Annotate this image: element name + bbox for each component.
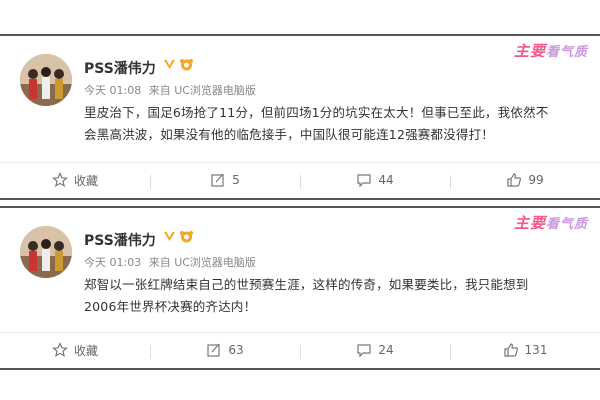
watermark-text: 主要 [513,214,546,232]
post-source: 来自 UC浏览器电脑版 [148,256,256,269]
thumbs-up-icon [506,172,522,188]
post-source: 来自 UC浏览器电脑版 [148,84,256,97]
repost-count: 5 [232,173,240,187]
post-action-bar: 收藏 5 44 99 [0,162,600,197]
vip-icon [179,58,194,71]
like-button[interactable]: 131 [450,342,600,359]
post-time[interactable]: 今天 01:03 [84,256,141,269]
comment-button[interactable]: 24 [300,342,450,359]
watermark-text: 主要 [513,42,546,60]
watermark-text-2: 看气质 [545,45,588,60]
username[interactable]: PSS潘伟力 [84,58,156,78]
star-icon [52,342,68,358]
favorite-button[interactable]: 收藏 [0,342,150,359]
comment-count: 24 [378,343,394,357]
username[interactable]: PSS潘伟力 [84,230,156,250]
verified-v-icon [163,230,176,243]
post-content: 里皮治下，国足6场抢了11分，但前四场1分的坑实在太大！但事已至此，我依然不会黑… [84,105,549,142]
post-content: 郑智以一张红牌结束自己的世预赛生涯，这样的传奇，如果要类比，我只能想到2006年… [84,277,529,314]
comment-icon [356,172,372,188]
post-meta: 今天 01:08 来自 UC浏览器电脑版 [84,82,260,98]
user-badges [163,58,197,71]
like-button[interactable]: 99 [450,172,600,189]
comment-icon [356,342,372,358]
avatar[interactable] [20,54,72,106]
weibo-post: 主要看气质 PSS潘伟力 今天 01:03 来自 UC浏览器电脑版 郑智以一张红… [0,206,600,370]
watermark-logo: 主要看气质 [514,212,588,233]
repost-icon [210,172,226,188]
verified-v-icon [163,58,176,71]
repost-count: 63 [228,343,244,357]
like-count: 99 [528,173,544,187]
avatar[interactable] [20,226,72,278]
thumbs-up-icon [503,342,519,358]
favorite-label: 收藏 [73,173,98,188]
star-icon [52,172,68,188]
repost-icon [206,342,222,358]
favorite-label: 收藏 [73,343,98,358]
favorite-button[interactable]: 收藏 [0,172,150,189]
repost-button[interactable]: 5 [150,172,300,189]
user-badges [163,230,197,243]
post-action-bar: 收藏 63 24 131 [0,332,600,367]
post-time[interactable]: 今天 01:08 [84,84,141,97]
weibo-post: 主要看气质 PSS潘伟力 今天 01:08 来自 UC浏览器电脑版 里皮治下，国… [0,34,600,200]
post-meta: 今天 01:03 来自 UC浏览器电脑版 [84,254,260,270]
comment-count: 44 [378,173,394,187]
like-count: 131 [524,343,548,357]
watermark-text-2: 看气质 [545,217,588,232]
comment-button[interactable]: 44 [300,172,450,189]
vip-icon [179,230,194,243]
watermark-logo: 主要看气质 [514,40,588,61]
repost-button[interactable]: 63 [150,342,300,359]
